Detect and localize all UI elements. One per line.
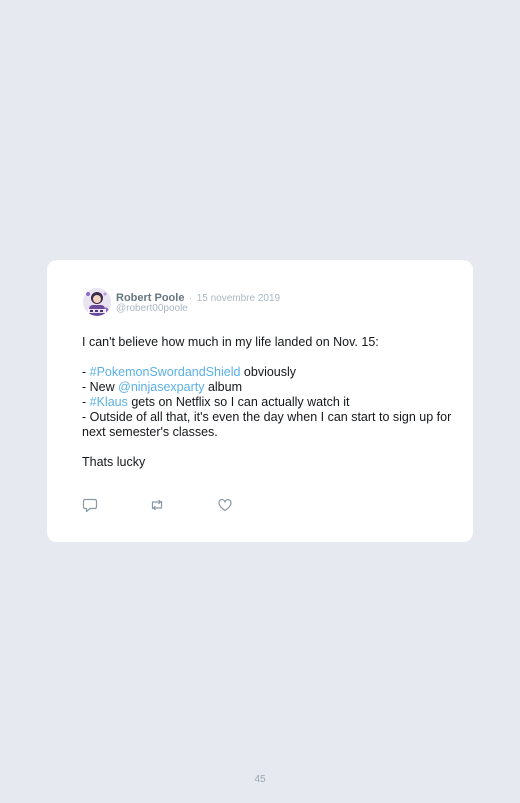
reply-button[interactable] bbox=[82, 497, 98, 513]
reply-icon bbox=[82, 498, 98, 513]
tweet-closing: Thats lucky bbox=[82, 455, 146, 469]
tweet-line-1: - #PokemonSwordandShield obviously bbox=[82, 365, 297, 379]
hashtag-link[interactable]: #PokemonSwordandShield bbox=[90, 365, 241, 379]
avatar[interactable] bbox=[83, 288, 111, 316]
mention-link[interactable]: @ninjasexparty bbox=[118, 380, 204, 394]
tweet-intro: I can't believe how much in my life land… bbox=[82, 335, 379, 349]
retweet-button[interactable] bbox=[149, 497, 165, 513]
author-handle[interactable]: @robert00poole bbox=[116, 303, 188, 314]
page-number: 45 bbox=[254, 774, 266, 785]
like-button[interactable] bbox=[217, 497, 233, 513]
tweet-line-2: - New @ninjasexparty album bbox=[82, 380, 242, 394]
tweet-card: Robert Poole · 15 novembre 2019 @robert0… bbox=[47, 260, 473, 542]
tweet-date[interactable]: 15 novembre 2019 bbox=[197, 293, 280, 304]
tweet-line-4: - Outside of all that, it's even the day… bbox=[82, 410, 452, 439]
tweet-line-3: - #Klaus gets on Netflix so I can actual… bbox=[82, 395, 350, 409]
retweet-icon bbox=[151, 499, 163, 511]
heart-icon bbox=[218, 498, 232, 512]
tweet-text: I can't believe how much in my life land… bbox=[82, 335, 452, 470]
hashtag-link[interactable]: #Klaus bbox=[90, 395, 128, 409]
separator-dot: · bbox=[188, 293, 193, 304]
